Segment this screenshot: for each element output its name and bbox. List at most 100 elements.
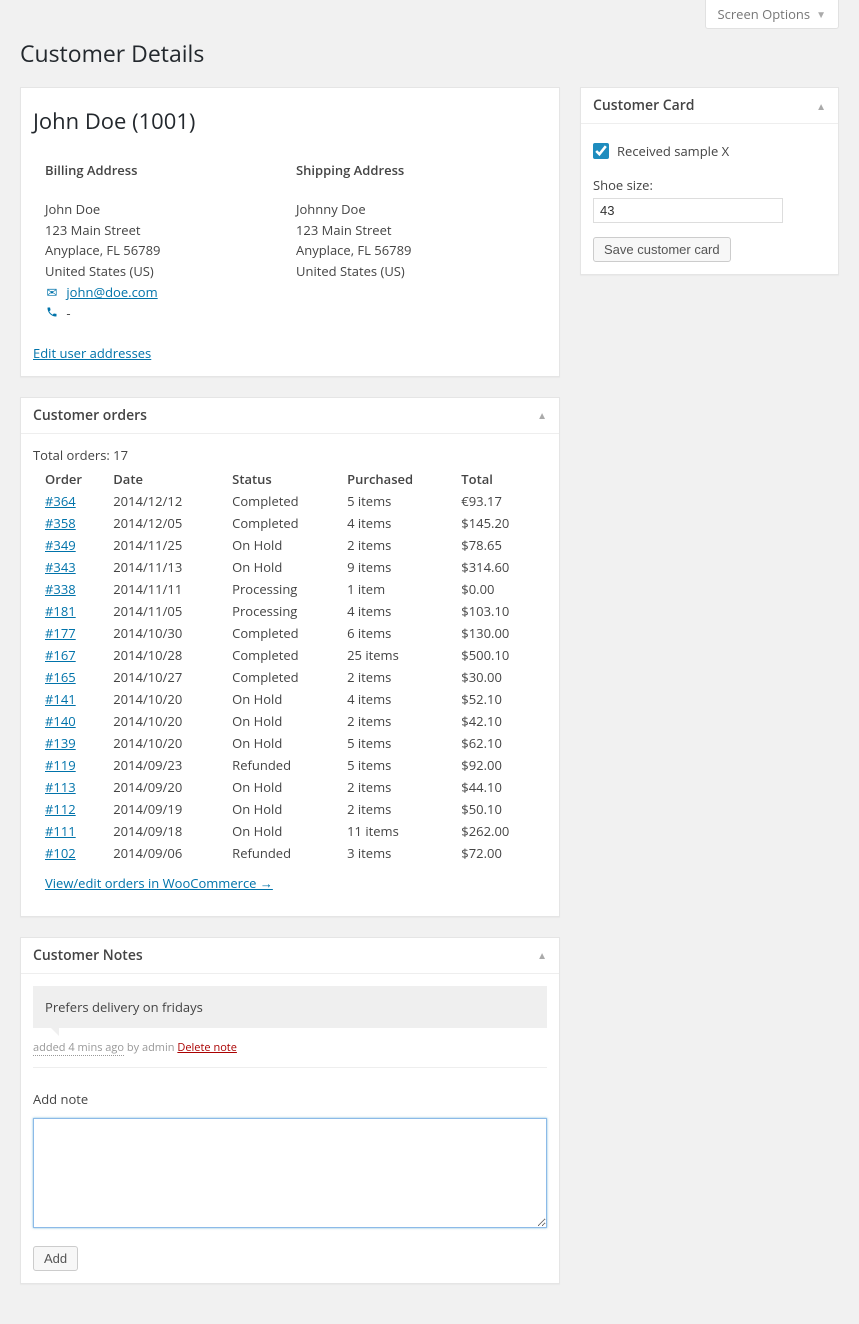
table-row: #3432014/11/13On Hold9 items$314.60 (45, 556, 547, 578)
table-row: #3492014/11/25On Hold2 items$78.65 (45, 534, 547, 556)
collapse-icon[interactable]: ▲ (537, 948, 547, 962)
order-link[interactable]: #343 (45, 558, 76, 576)
order-link[interactable]: #338 (45, 580, 76, 598)
order-status: Refunded (232, 754, 347, 776)
collapse-icon[interactable]: ▲ (816, 99, 826, 113)
order-total: $103.10 (461, 600, 547, 622)
col-order: Order (45, 468, 113, 490)
billing-phone: - (66, 304, 70, 322)
order-date: 2014/11/11 (113, 578, 232, 600)
order-status: Processing (232, 578, 347, 600)
order-total: $52.10 (461, 688, 547, 710)
table-row: #1192014/09/23Refunded5 items$92.00 (45, 754, 547, 776)
order-status: On Hold (232, 776, 347, 798)
shipping-line1: 123 Main Street (296, 220, 547, 241)
customer-notes-box: Customer Notes ▲ Prefers delivery on fri… (20, 937, 560, 1284)
order-status: Completed (232, 622, 347, 644)
order-link[interactable]: #113 (45, 778, 76, 796)
table-row: #1112014/09/18On Hold11 items$262.00 (45, 820, 547, 842)
order-date: 2014/12/05 (113, 512, 232, 534)
order-total: $72.00 (461, 842, 547, 864)
billing-address: Billing Address John Doe 123 Main Street… (45, 160, 296, 324)
order-date: 2014/09/23 (113, 754, 232, 776)
orders-table: Order Date Status Purchased Total #364 20… (45, 468, 547, 864)
billing-country: United States (US) (45, 261, 296, 282)
order-link[interactable]: #181 (45, 602, 76, 620)
add-note-button[interactable]: Add (33, 1246, 78, 1271)
order-purchased: 2 items (347, 776, 461, 798)
order-status: On Hold (232, 798, 347, 820)
order-link[interactable]: #141 (45, 690, 76, 708)
order-purchased: 4 items (347, 688, 461, 710)
order-link[interactable]: #139 (45, 734, 76, 752)
order-link[interactable]: #165 (45, 668, 76, 686)
chevron-down-icon: ▼ (816, 7, 826, 21)
orders-box-header[interactable]: Customer orders ▲ (21, 398, 559, 434)
order-status: On Hold (232, 556, 347, 578)
billing-heading: Billing Address (45, 160, 296, 181)
col-purchased: Purchased (347, 468, 461, 490)
order-status: Refunded (232, 842, 347, 864)
order-status: On Hold (232, 820, 347, 842)
order-status: Completed (232, 644, 347, 666)
order-total: $78.65 (461, 534, 547, 556)
table-row: #1652014/10/27Completed2 items$30.00 (45, 666, 547, 688)
screen-options-label: Screen Options (718, 5, 811, 23)
order-status: Processing (232, 600, 347, 622)
order-purchased: 2 items (347, 534, 461, 556)
order-total: $500.10 (461, 644, 547, 666)
shipping-country: United States (US) (296, 261, 547, 282)
order-link[interactable]: #364 (45, 492, 76, 510)
order-purchased: 4 items (347, 512, 461, 534)
col-status: Status (232, 468, 347, 490)
order-link[interactable]: #112 (45, 800, 76, 818)
note-item: Prefers delivery on fridays (33, 986, 547, 1028)
add-note-textarea[interactable] (33, 1118, 547, 1228)
received-sample-label: Received sample X (617, 142, 729, 160)
order-status: On Hold (232, 732, 347, 754)
order-date: 2014/10/27 (113, 666, 232, 688)
col-date: Date (113, 468, 232, 490)
order-total: $44.10 (461, 776, 547, 798)
note-by: by admin (124, 1040, 177, 1055)
order-date: 2014/09/18 (113, 820, 232, 842)
order-purchased: 4 items (347, 600, 461, 622)
page-title: Customer Details (20, 37, 839, 69)
order-purchased: 2 items (347, 710, 461, 732)
view-orders-link[interactable]: View/edit orders in WooCommerce → (33, 864, 547, 904)
order-link[interactable]: #119 (45, 756, 76, 774)
customer-card-box: Customer Card ▲ Received sample X Shoe s… (580, 87, 839, 275)
order-purchased: 25 items (347, 644, 461, 666)
order-link[interactable]: #349 (45, 536, 76, 554)
save-customer-card-button[interactable]: Save customer card (593, 237, 731, 262)
screen-options-toggle[interactable]: Screen Options ▼ (705, 0, 840, 29)
order-total: $42.10 (461, 710, 547, 732)
order-purchased: 6 items (347, 622, 461, 644)
order-purchased: 5 items (347, 732, 461, 754)
customer-details-box: John Doe (1001) Billing Address John Doe… (20, 87, 560, 377)
received-sample-checkbox[interactable] (593, 143, 609, 159)
billing-email-link[interactable]: john@doe.com (66, 283, 157, 301)
table-row: #1672014/10/28Completed25 items$500.10 (45, 644, 547, 666)
table-row: #3582014/12/05Completed4 items$145.20 (45, 512, 547, 534)
shipping-heading: Shipping Address (296, 160, 547, 181)
order-date: 2014/10/20 (113, 688, 232, 710)
shoe-size-input[interactable] (593, 198, 783, 223)
delete-note-link[interactable]: Delete note (177, 1040, 237, 1055)
order-status: Completed (232, 512, 347, 534)
order-link[interactable]: #358 (45, 514, 76, 532)
order-link[interactable]: #111 (45, 822, 76, 840)
order-purchased: 2 items (347, 666, 461, 688)
order-link[interactable]: #140 (45, 712, 76, 730)
col-total: Total (461, 468, 547, 490)
order-link[interactable]: #177 (45, 624, 76, 642)
order-total: $262.00 (461, 820, 547, 842)
order-purchased: 5 items (347, 490, 461, 512)
collapse-icon[interactable]: ▲ (537, 408, 547, 422)
card-box-header[interactable]: Customer Card ▲ (581, 88, 838, 124)
order-link[interactable]: #102 (45, 844, 76, 862)
notes-box-header[interactable]: Customer Notes ▲ (21, 938, 559, 974)
order-link[interactable]: #167 (45, 646, 76, 664)
edit-addresses-link[interactable]: Edit user addresses (21, 336, 559, 376)
order-date: 2014/11/13 (113, 556, 232, 578)
